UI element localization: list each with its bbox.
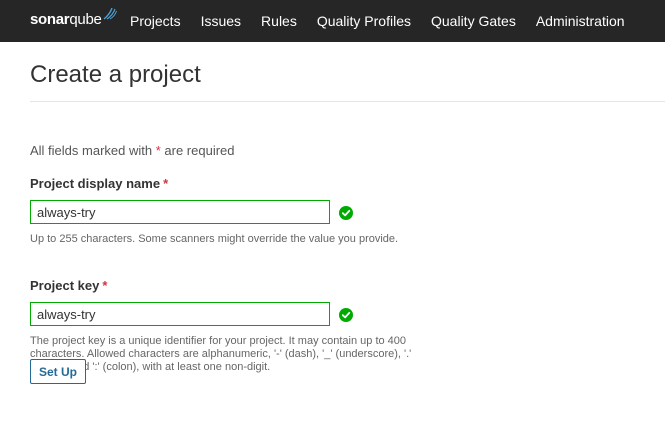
sonar-waves-icon <box>103 8 117 20</box>
nav-rules[interactable]: Rules <box>261 13 297 29</box>
nav-quality-profiles[interactable]: Quality Profiles <box>317 13 411 29</box>
main-nav: Projects Issues Rules Quality Profiles Q… <box>130 0 645 42</box>
logo-text-bold: sonar <box>30 10 70 28</box>
display-name-input[interactable] <box>30 200 330 224</box>
nav-administration[interactable]: Administration <box>536 13 625 29</box>
project-key-help: The project key is a unique identifier f… <box>30 335 412 373</box>
set-up-button[interactable]: Set Up <box>30 359 86 384</box>
main-content: Create a project All fields marked with … <box>0 42 665 435</box>
display-name-label-text: Project display name <box>30 176 161 191</box>
display-name-required-star: * <box>163 176 169 191</box>
nav-projects[interactable]: Projects <box>130 13 181 29</box>
page-title: Create a project <box>30 61 201 88</box>
nav-issues[interactable]: Issues <box>201 13 241 29</box>
project-key-input[interactable] <box>30 302 330 326</box>
required-note-suffix: are required <box>160 143 235 158</box>
top-navbar: sonar qube Projects Issues Rules Quality … <box>0 0 665 42</box>
display-name-help: Up to 255 characters. Some scanners migh… <box>30 233 399 245</box>
nav-quality-gates[interactable]: Quality Gates <box>431 13 516 29</box>
sonarqube-logo[interactable]: sonar qube <box>30 8 117 30</box>
project-key-label: Project key * <box>30 278 107 293</box>
display-name-label: Project display name * <box>30 176 168 191</box>
page-header: Create a project <box>30 42 665 102</box>
valid-check-icon <box>339 308 353 322</box>
required-fields-note: All fields marked with * are required <box>30 143 235 158</box>
valid-check-icon <box>339 206 353 220</box>
project-key-required-star: * <box>102 278 108 293</box>
required-note-prefix: All fields marked with <box>30 143 156 158</box>
logo-text-light: qube <box>69 10 102 28</box>
project-key-label-text: Project key <box>30 278 100 293</box>
